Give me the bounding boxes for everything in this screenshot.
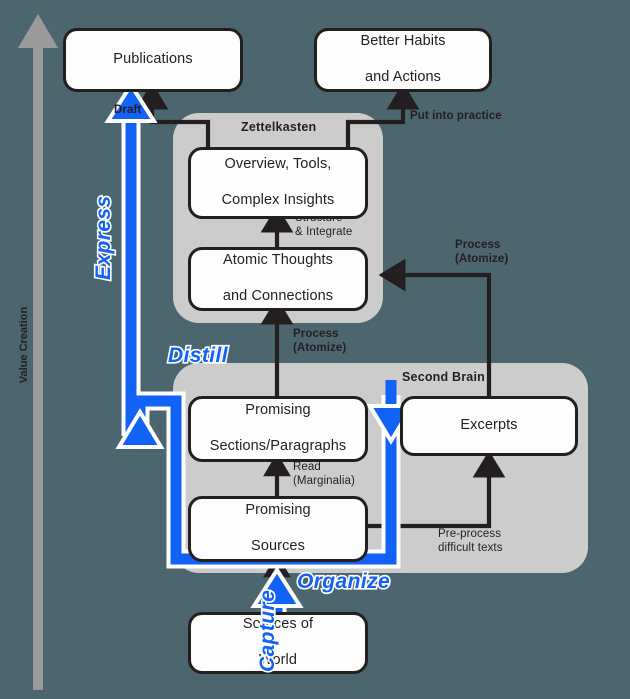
node-better-habits-line1: Better Habits: [360, 33, 446, 50]
edge-label-read-marginalia: Read (Marginalia): [293, 461, 355, 487]
diagram-canvas: Value Creation Publications Better Habit…: [0, 0, 630, 699]
node-better-habits-label: Better Habits and Actions: [348, 33, 457, 86]
code-step-organize: Organize: [295, 568, 391, 594]
edge-label-process-atomize-right: Process (Atomize): [455, 239, 509, 265]
edge-label-draft: Draft: [114, 104, 142, 116]
node-excerpts[interactable]: Excerpts: [400, 396, 578, 456]
node-better-habits-and-actions[interactable]: Better Habits and Actions: [314, 28, 492, 92]
node-atomic-thoughts-and-connections[interactable]: Atomic Thoughts and Connections: [188, 247, 368, 311]
node-promising-sources-line1: Promising: [245, 502, 311, 519]
node-overview-line1: Overview, Tools,: [224, 156, 332, 173]
node-promising-sections-paragraphs[interactable]: Promising Sections/Paragraphs: [188, 396, 368, 462]
node-excerpts-label: Excerpts: [460, 417, 518, 434]
value-creation-label: Value Creation: [18, 306, 30, 384]
code-step-express: Express: [90, 194, 116, 282]
edge-label-put-into-practice: Put into practice: [410, 110, 502, 122]
node-promising-sources[interactable]: Promising Sources: [188, 496, 368, 562]
node-atomic-line2: and Connections: [222, 287, 334, 304]
node-overview-line2: Complex Insights: [221, 191, 335, 208]
node-atomic-line1: Atomic Thoughts: [222, 252, 334, 269]
node-promising-sources-line2: Sources: [251, 537, 305, 554]
panel-title-zettelkasten: Zettelkasten: [241, 120, 317, 134]
code-step-capture: Capture: [254, 588, 280, 673]
edge-label-process-atomize-left: Process (Atomize): [293, 328, 347, 354]
node-publications-label: Publications: [113, 51, 193, 68]
node-better-habits-line2: and Actions: [364, 68, 442, 85]
edge-label-pre-process-difficult-texts: Pre-process difficult texts: [438, 528, 503, 554]
node-promising-sections-label: Promising Sections/Paragraphs: [198, 402, 359, 455]
node-overview-label: Overview, Tools, Complex Insights: [210, 156, 347, 209]
panel-title-second-brain: Second Brain: [402, 370, 485, 384]
code-step-distill: Distill: [166, 342, 229, 368]
node-atomic-label: Atomic Thoughts and Connections: [211, 252, 345, 305]
node-promising-sections-line1: Promising: [245, 402, 311, 419]
node-promising-sources-label: Promising Sources: [233, 502, 322, 555]
node-overview-tools-complex-insights[interactable]: Overview, Tools, Complex Insights: [188, 147, 368, 219]
node-promising-sections-line2: Sections/Paragraphs: [209, 437, 347, 454]
node-publications[interactable]: Publications: [63, 28, 243, 92]
